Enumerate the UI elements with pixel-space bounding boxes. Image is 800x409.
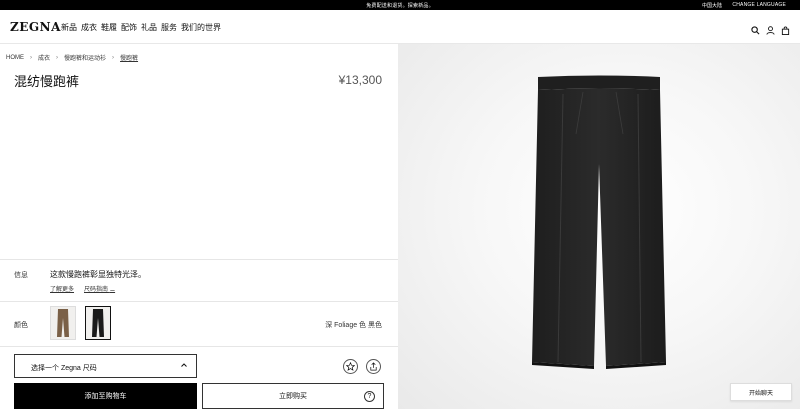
help-icon[interactable]: ? <box>364 391 375 402</box>
breadcrumb-joggers-sweats[interactable]: 慢跑裤和运动衫 <box>64 53 106 62</box>
nav-item-clothing[interactable]: 成衣 <box>81 22 97 33</box>
nav-item-new[interactable]: 新品 <box>61 22 77 33</box>
ruler-icon: ⚊ <box>109 287 116 293</box>
size-guide-label: 尺码指南 <box>84 287 109 293</box>
size-select[interactable]: 选择一个 Zegna 尺码 <box>14 354 197 378</box>
divider <box>0 346 398 347</box>
info-description: 这款慢跑裤彰显独特光泽。 <box>50 270 146 279</box>
add-to-cart-button[interactable]: 添加至购物车 <box>14 383 197 409</box>
product-info-panel: HOME › 成衣 › 慢跑裤和运动衫 › 慢跑裤 混纺慢跑裤 ¥13,300 … <box>0 44 398 409</box>
selected-color-name: 深 Foliage 色 黑色 <box>325 322 382 329</box>
chevron-up-icon <box>180 361 188 369</box>
color-label: 颜色 <box>14 322 28 329</box>
star-icon <box>346 362 355 371</box>
buy-now-label: 立即购买 <box>279 393 307 400</box>
divider <box>0 259 398 260</box>
divider <box>0 301 398 302</box>
color-swatch-brown[interactable] <box>50 306 76 340</box>
breadcrumb-joggers[interactable]: 慢跑裤 <box>120 53 138 62</box>
info-links: 了解更多 尺码指南 ⚊ <box>50 284 115 293</box>
info-label: 信息 <box>14 272 28 279</box>
breadcrumb-home[interactable]: HOME <box>6 55 24 61</box>
nav-item-accessories[interactable]: 配饰 <box>121 22 137 33</box>
color-swatch-black[interactable] <box>85 306 111 340</box>
nav-item-gifts[interactable]: 礼品 <box>141 22 157 33</box>
wishlist-button[interactable] <box>343 359 358 374</box>
chevron-right-icon: › <box>30 54 32 61</box>
region-selector[interactable]: 中国大陆 <box>702 2 722 9</box>
product-title: 混纺慢跑裤 <box>14 74 80 89</box>
product-image-trousers[interactable] <box>398 44 800 409</box>
nav-item-our-world[interactable]: 我们的世界 <box>181 22 221 33</box>
size-select-placeholder: 选择一个 Zegna 尺码 <box>31 365 97 372</box>
search-icon[interactable] <box>751 22 760 35</box>
brand-logo[interactable]: ZEGNA <box>10 20 61 34</box>
share-button[interactable] <box>366 359 381 374</box>
promo-text[interactable]: 免费配送和退货。探索新品。 <box>0 2 800 9</box>
breadcrumb: HOME › 成衣 › 慢跑裤和运动衫 › 慢跑裤 <box>6 53 138 63</box>
product-price: ¥13,300 <box>338 73 382 87</box>
chevron-right-icon: › <box>56 54 59 61</box>
buy-now-button[interactable]: 立即购买 ? <box>202 383 384 409</box>
size-guide-link[interactable]: 尺码指南 ⚊ <box>84 284 115 293</box>
header-icons <box>751 22 790 35</box>
start-chat-button[interactable]: 开始聊天 <box>730 383 792 401</box>
shopping-bag-icon[interactable] <box>781 22 790 35</box>
change-language-link[interactable]: CHANGE LANGUAGE <box>732 2 786 8</box>
breadcrumb-clothing[interactable]: 成衣 <box>38 53 50 62</box>
product-image-panel: 开始聊天 <box>398 44 800 409</box>
user-icon[interactable] <box>766 22 775 35</box>
nav-item-shoes[interactable]: 鞋履 <box>101 22 117 33</box>
nav-item-services[interactable]: 服务 <box>161 22 177 33</box>
main-nav: 新品 成衣 鞋履 配饰 礼品 服务 我们的世界 <box>61 22 221 33</box>
site-header: ZEGNA 新品 成衣 鞋履 配饰 礼品 服务 我们的世界 <box>0 10 800 44</box>
learn-more-link[interactable]: 了解更多 <box>50 284 74 293</box>
share-icon <box>370 362 377 371</box>
chevron-right-icon: › <box>112 54 115 61</box>
promo-bar: 免费配送和退货。探索新品。 中国大陆 CHANGE LANGUAGE <box>0 0 800 10</box>
